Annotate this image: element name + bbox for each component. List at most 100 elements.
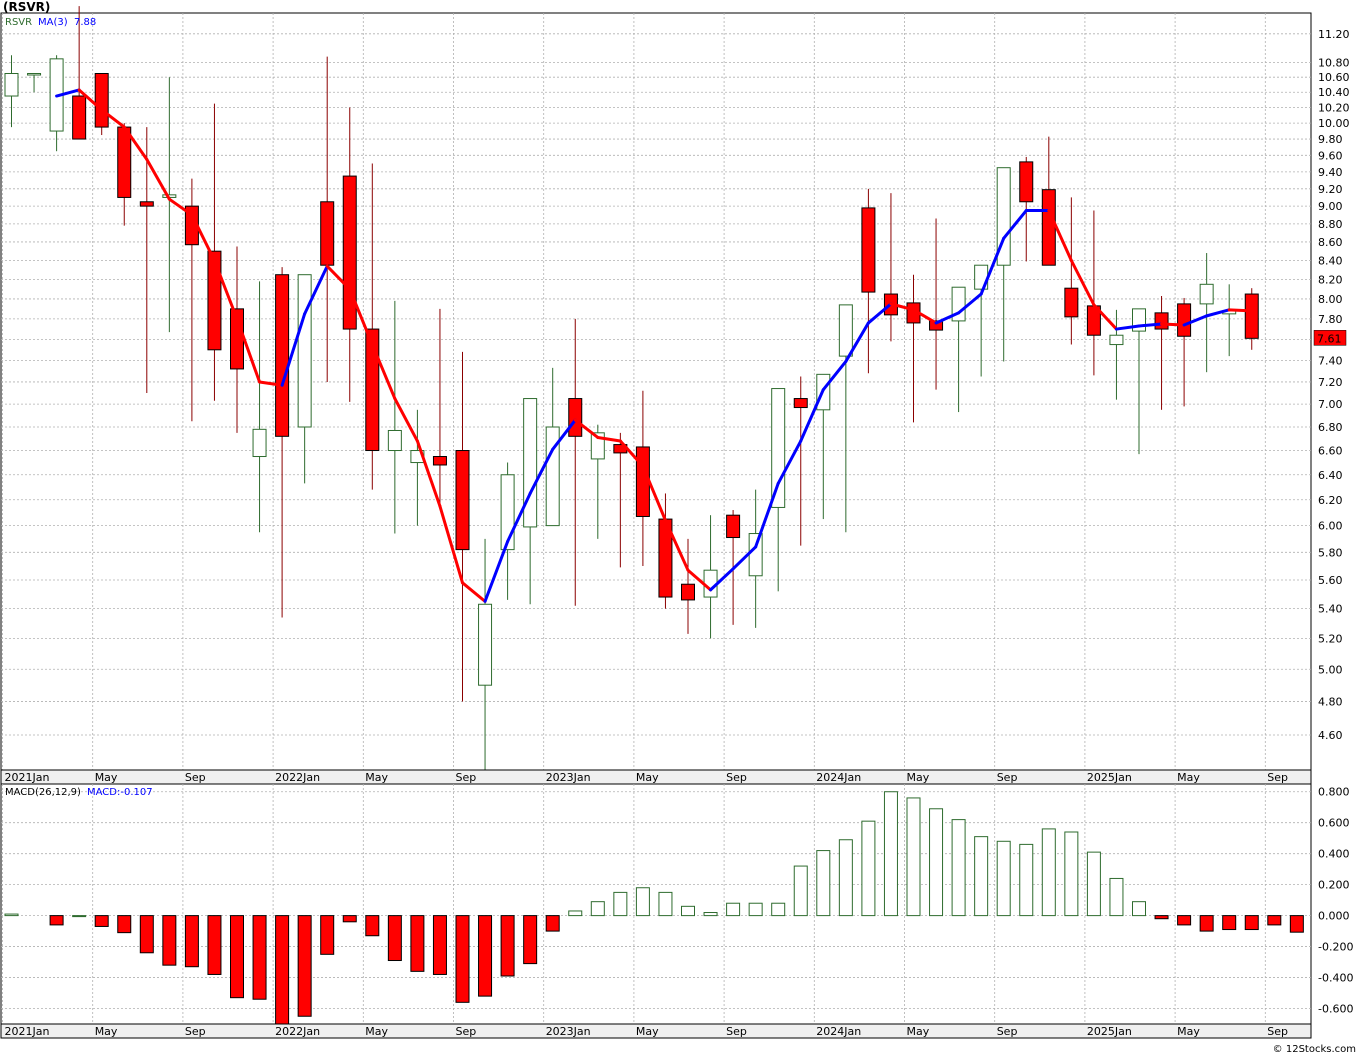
price-tick-label: 9.20	[1318, 183, 1343, 196]
price-panel-frame	[0, 12, 1312, 771]
price-x-tick-label: Sep	[1267, 771, 1288, 784]
price-tick-label: 5.20	[1318, 632, 1343, 645]
price-x-tick-label: 2022Jan	[275, 771, 320, 784]
macd-x-tick-label: Sep	[726, 1025, 747, 1038]
candle-body	[27, 73, 42, 76]
price-tick-label: 9.40	[1318, 166, 1343, 179]
candle-body	[275, 274, 290, 437]
macd-bar	[1019, 843, 1034, 917]
macd-bar	[771, 902, 786, 917]
macd-tick-label: -0.600	[1318, 1003, 1353, 1016]
price-legend: RSVR MA(3) 7.88	[5, 17, 96, 28]
price-tick-label: 8.40	[1318, 255, 1343, 268]
ticker-title: (RSVR)	[3, 0, 50, 14]
macd-tick-label: 0.200	[1318, 879, 1350, 892]
macd-bar	[1199, 915, 1214, 932]
price-x-tick-label: May	[907, 771, 930, 784]
stock-chart: (RSVR) 4.60 4.80 5.00 5.20 5.40 5.60 5.80 6.00 6…	[0, 0, 1356, 1055]
candle-body	[94, 73, 109, 128]
candle-body	[1199, 283, 1214, 305]
price-tick-label: 6.20	[1318, 494, 1343, 507]
macd-bar	[703, 912, 718, 917]
macd-bar	[117, 915, 132, 934]
macd-bar	[455, 915, 470, 1003]
price-tick-label: 9.80	[1318, 133, 1343, 146]
legend-macd-label: MACD(26,12,9)	[5, 787, 81, 798]
price-x-tick-label: Sep	[185, 771, 206, 784]
price-panel: 4.60 4.80 5.00 5.20 5.40 5.60 5.80 6.00 6.20 6.40…	[0, 6, 1350, 771]
price-tick-label: 11.20	[1318, 28, 1350, 41]
macd-x-axis: 2021Jan May Sep 2022Jan May Sep 2023Jan May Sep 2…	[0, 1023, 1312, 1039]
candle-body	[1041, 189, 1056, 266]
price-x-tick-label: 2025Jan	[1087, 771, 1132, 784]
candle-body	[72, 95, 87, 140]
price-tick-label: 8.80	[1318, 218, 1343, 231]
macd-bar	[478, 915, 493, 997]
price-x-tick-label: May	[636, 771, 659, 784]
price-x-axis: 2021Jan May Sep 2022Jan May Sep 2023Jan May Sep 2…	[0, 769, 1312, 785]
candle-body	[681, 583, 695, 601]
macd-bar	[613, 891, 628, 917]
price-tick-label: 6.60	[1318, 445, 1343, 458]
macd-x-tick-label: 2021Jan	[5, 1025, 50, 1038]
macd-bar	[94, 915, 109, 927]
macd-bar	[410, 915, 425, 972]
candle-body	[387, 429, 402, 452]
macd-bar	[387, 915, 402, 962]
macd-tick-label: 0.000	[1318, 910, 1350, 923]
price-tick-label: 4.80	[1318, 695, 1343, 708]
price-tick-label: 9.00	[1318, 200, 1343, 213]
price-tick-label: 6.40	[1318, 469, 1343, 482]
candle-body	[320, 201, 335, 266]
candle-body	[432, 456, 447, 466]
price-x-tick-label: 2024Jan	[816, 771, 861, 784]
candle-body	[455, 450, 470, 551]
macd-bar	[162, 915, 177, 966]
ma-segment	[1137, 322, 1164, 328]
macd-tick-label: -0.400	[1318, 972, 1353, 985]
ma-segment	[1227, 308, 1254, 313]
macd-bar	[1064, 831, 1079, 917]
price-tick-label: 7.80	[1318, 313, 1343, 326]
candle-body	[297, 274, 312, 428]
macd-bar	[951, 819, 966, 917]
candle-body	[342, 175, 357, 330]
macd-bar	[207, 915, 222, 975]
macd-bar	[342, 915, 357, 923]
price-x-tick-label: Sep	[456, 771, 477, 784]
macd-bar	[320, 915, 335, 955]
macd-bar	[545, 915, 560, 932]
candle-body	[117, 126, 132, 198]
candle-body	[478, 603, 493, 686]
macd-x-tick-label: 2024Jan	[816, 1025, 861, 1038]
price-tick-label: 10.60	[1318, 71, 1350, 84]
macd-legend: MACD(26,12,9) MACD:-0.107	[5, 787, 153, 798]
legend-macd-value: MACD:-0.107	[87, 787, 153, 798]
candle-body	[1154, 312, 1169, 330]
watermark: © 12Stocks.com	[1273, 1044, 1356, 1055]
macd-bar	[635, 887, 650, 917]
candle-body	[1064, 287, 1079, 318]
last-price-tag: 7.61	[1313, 330, 1347, 346]
price-tick-label: 10.00	[1318, 117, 1350, 130]
macd-bar	[49, 915, 64, 926]
macd-bar	[974, 836, 989, 917]
macd-bar	[748, 902, 763, 917]
macd-bar	[139, 915, 154, 954]
macd-bar	[929, 808, 944, 917]
price-x-tick-label: May	[95, 771, 118, 784]
candle-body	[635, 446, 650, 517]
price-tick-label: 4.60	[1318, 729, 1343, 742]
macd-bar	[1109, 877, 1124, 917]
price-tick-label: 5.40	[1318, 603, 1343, 616]
macd-bar	[793, 865, 808, 917]
macd-bar	[500, 915, 515, 977]
candle-body	[861, 207, 876, 293]
candle-body	[748, 533, 763, 577]
price-tick-label: 6.80	[1318, 421, 1343, 434]
macd-tick-label: 0.800	[1318, 786, 1350, 799]
macd-bar	[1177, 915, 1192, 926]
macd-bar	[432, 915, 447, 975]
macd-bar	[1132, 901, 1146, 917]
price-tick-label: 8.00	[1318, 293, 1343, 306]
